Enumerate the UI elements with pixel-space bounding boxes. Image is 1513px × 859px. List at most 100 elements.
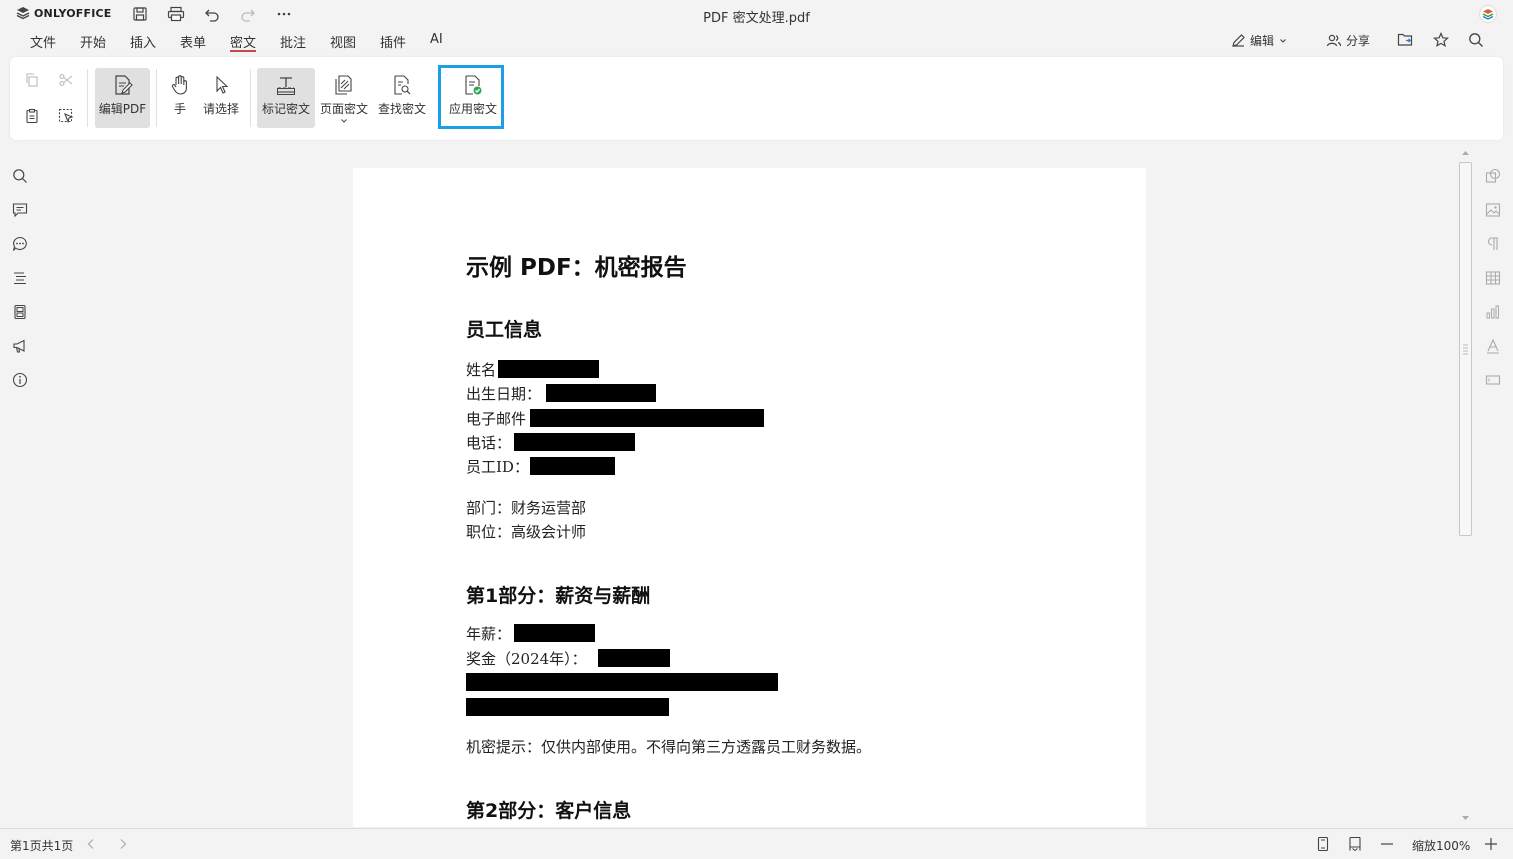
star-icon (1433, 32, 1449, 48)
redaction-box[interactable] (530, 409, 764, 427)
sidebar-headings-button[interactable] (10, 268, 30, 288)
users-icon (1326, 34, 1342, 47)
user-avatar[interactable] (1479, 5, 1497, 23)
fit-width-button[interactable] (1347, 836, 1363, 852)
edit-pdf-icon (114, 75, 133, 95)
table-settings-button[interactable] (1483, 268, 1503, 288)
chart-icon (1486, 305, 1499, 319)
redaction-box[interactable] (466, 698, 669, 716)
grip-icon (1463, 344, 1468, 355)
toolbar-separator (156, 69, 157, 127)
prev-page-button[interactable] (84, 837, 98, 851)
fit-page-icon (1317, 836, 1329, 852)
sidebar-thumbnails-button[interactable] (10, 302, 30, 322)
select-all-button[interactable] (55, 105, 77, 127)
tab-form[interactable]: 表单 (180, 32, 206, 52)
mark-redaction-button[interactable]: 标记密文 (257, 68, 315, 128)
apply-redaction-label: 应用密文 (448, 102, 497, 116)
fit-page-button[interactable] (1315, 836, 1331, 852)
sidebar-chat-button[interactable] (10, 234, 30, 254)
edit-pdf-button[interactable]: 编辑PDF (95, 68, 150, 128)
share-label: 分享 (1346, 34, 1371, 48)
doc-title: 示例 PDF：机密报告 (466, 255, 687, 281)
minus-icon (1381, 843, 1393, 845)
image-icon (1485, 203, 1501, 217)
phone-label: 电话： (466, 434, 512, 452)
plugin-stack-icon (1482, 9, 1494, 20)
tab-home[interactable]: 开始 (80, 32, 106, 52)
paste-button[interactable] (21, 105, 43, 127)
chart-settings-button[interactable] (1483, 302, 1503, 322)
redaction-box[interactable] (598, 649, 670, 667)
redaction-box[interactable] (514, 624, 595, 642)
folder-icon (1397, 33, 1413, 46)
table-icon (1485, 271, 1501, 285)
page-redaction-icon (335, 75, 352, 95)
next-page-button[interactable] (116, 837, 130, 851)
redaction-box[interactable] (514, 433, 635, 451)
shape-settings-button[interactable] (1483, 166, 1503, 186)
confidential-notice: 机密提示：仅供内部使用。不得向第三方透露员工财务数据。 (466, 738, 872, 756)
search-button[interactable] (1468, 32, 1484, 48)
find-redaction-button[interactable]: 查找密文 (376, 68, 428, 128)
mark-redaction-icon (277, 77, 295, 95)
tab-comment[interactable]: 批注 (280, 32, 306, 52)
page-indicator: 第1页共1页 (10, 839, 74, 853)
redaction-box[interactable] (530, 457, 615, 475)
favorite-button[interactable] (1433, 32, 1449, 48)
salary-label: 年薪： (466, 625, 512, 643)
redaction-box[interactable] (546, 384, 656, 402)
bonus-label: 奖金（2024年）： (466, 650, 587, 668)
text-art-icon (1487, 338, 1499, 354)
tab-file[interactable]: 文件 (30, 32, 56, 52)
title-bar: ONLYOFFICE PDF 密文处理.pdf (0, 0, 1513, 28)
email-label: 电子邮件 (466, 410, 527, 428)
headings-icon (14, 272, 26, 285)
form-settings-button[interactable] (1483, 370, 1503, 390)
mark-redaction-label: 标记密文 (261, 102, 310, 116)
tab-view[interactable]: 视图 (330, 32, 356, 52)
chevron-right-icon (120, 839, 127, 849)
document-title: PDF 密文处理.pdf (703, 11, 810, 26)
apply-redaction-button[interactable]: 应用密文 (444, 68, 502, 128)
sidebar-comments-button[interactable] (10, 200, 30, 220)
zoom-in-button[interactable] (1483, 836, 1499, 852)
sidebar-feedback-button[interactable] (10, 336, 30, 356)
info-icon (12, 372, 28, 388)
copy-icon (26, 73, 38, 87)
open-location-button[interactable] (1397, 32, 1414, 47)
sidebar-search-button[interactable] (10, 166, 30, 186)
redaction-box[interactable] (466, 673, 778, 691)
search-icon (1469, 33, 1483, 47)
edit-mode-button[interactable]: 编辑 (1231, 32, 1288, 49)
tab-insert[interactable]: 插入 (130, 32, 156, 52)
cut-button[interactable] (55, 69, 77, 91)
edit-pdf-label: 编辑PDF (98, 102, 147, 116)
redaction-box[interactable] (498, 360, 599, 378)
status-bar: 第1页共1页 缩放100% (0, 828, 1513, 859)
page-redaction-button[interactable]: 页面密文 (318, 68, 370, 128)
tab-redact[interactable]: 密文 (230, 32, 257, 52)
toolbar: 编辑PDF 手 请选择 标记密文 页面密文 查找密文 应用密文 (10, 57, 1503, 140)
shapes-icon (1485, 168, 1501, 183)
copy-button[interactable] (21, 69, 43, 91)
hand-tool-button[interactable]: 手 (164, 68, 196, 128)
share-button[interactable]: 分享 (1326, 32, 1370, 49)
image-settings-button[interactable] (1483, 200, 1503, 220)
text-art-settings-button[interactable] (1483, 336, 1503, 356)
sidebar-about-button[interactable] (10, 370, 30, 390)
tab-plugins[interactable]: 插件 (380, 32, 406, 52)
scrollbar-thumb[interactable] (1459, 162, 1472, 536)
cursor-icon (216, 75, 229, 94)
zoom-out-button[interactable] (1379, 836, 1395, 852)
name-label: 姓名 (466, 361, 497, 379)
thumbnails-icon (14, 304, 26, 320)
search-icon (13, 169, 27, 183)
pencil-icon (1232, 34, 1245, 47)
tab-ai[interactable]: AI (430, 32, 443, 52)
pdf-page: 示例 PDF：机密报告 员工信息 姓名 出生日期： 电子邮件 电话： 员工ID：… (353, 168, 1146, 827)
chevron-down-icon (1280, 38, 1286, 43)
paragraph-settings-button[interactable] (1483, 234, 1503, 254)
zoom-level[interactable]: 缩放100% (1412, 837, 1470, 854)
select-tool-button[interactable]: 请选择 (200, 68, 242, 128)
